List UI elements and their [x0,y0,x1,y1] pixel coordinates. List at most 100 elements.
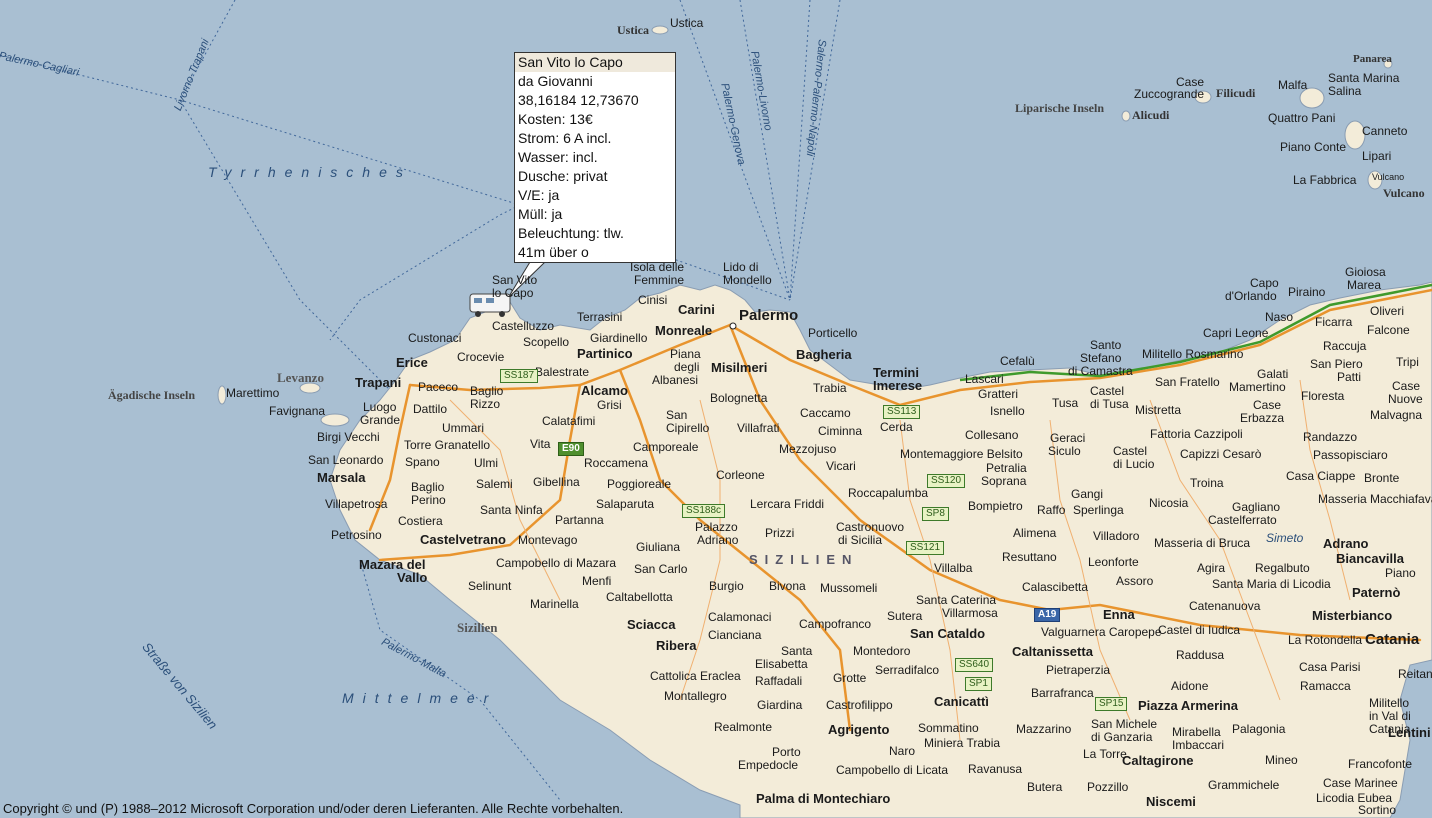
label-misterbianco: Misterbianco [1312,608,1393,623]
label-capri-leone: Capri Leone [1203,326,1269,340]
label-marinella: Marinella [530,597,579,611]
label-ummari: Ummari [442,421,484,435]
label-nuove: Nuove [1388,392,1423,406]
label-pozzillo: Pozzillo [1087,780,1129,794]
label-reitano: Reitano [1398,667,1432,681]
label-case-marinee: Case Marinee [1323,776,1398,790]
label-bagheria: Bagheria [796,347,852,362]
label-costiera: Costiera [398,514,443,528]
label-san-cataldo: San Cataldo [910,626,986,641]
campsite-popup[interactable]: San Vito lo Capo da Giovanni 38,16184 12… [514,52,676,263]
label-petrosino: Petrosino [331,528,382,542]
label-la-rotondella: La Rotondella [1288,633,1363,647]
label-calascibetta: Calascibetta [1022,580,1089,594]
label-simeto: Simeto [1266,531,1304,545]
label-fattoria: Fattoria Cazzipoli [1150,427,1243,441]
label-campobello-licata: Campobello di Licata [836,763,949,777]
label-albanesi: Albanesi [652,373,699,387]
label-vulcano: Vulcano [1383,186,1425,200]
label-paterno: Paternò [1352,585,1401,600]
label-selinunt: Selinunt [468,579,512,593]
label-caltabellotta: Caltabellotta [606,590,673,604]
label-ustica-town: Ustica [670,16,704,30]
label-cattolica: Cattolica Eraclea [650,669,741,683]
label-gibellina: Gibellina [533,475,580,489]
label-sizilien-region: SIZILIEN [749,552,859,567]
label-mineo: Mineo [1265,753,1298,767]
label-imerese: Imerese [873,378,923,393]
label-catenanuova: Catenanuova [1189,599,1261,613]
road-e90: E90 [558,442,584,456]
road-ss113: SS113 [883,405,921,419]
label-troina: Troina [1190,476,1224,490]
label-favignana: Favignana [269,404,326,418]
label-ravanusa: Ravanusa [968,762,1023,776]
label-villarmosa: Villarmosa [942,606,998,620]
label-giardinello: Giardinello [590,331,648,345]
label-miniera: Miniera Trabia [924,736,1001,750]
label-castelluzzo: Castelluzzo [492,319,555,333]
label-birgi: Birgi Vecchi [317,430,380,444]
label-grisi: Grisi [597,398,622,412]
label-capizzi: Capizzi Cesarò [1180,447,1262,461]
ustica-island [651,25,669,35]
label-ribera: Ribera [656,638,697,653]
label-lo-capo: lo Capo [492,286,534,300]
road-sp15: SP15 [1095,697,1128,711]
label-realmonte: Realmonte [714,720,773,734]
label-vicari: Vicari [826,459,856,473]
label-empedocle: Empedocle [738,758,799,772]
label-piano-conte: Piano Conte [1280,140,1347,154]
label-caltanissetta: Caltanissetta [1012,644,1093,659]
label-panarea: Panarea [1353,53,1392,65]
road-ss120: SS120 [927,474,966,488]
sea-mediterranean: Mittelmeer [342,690,498,706]
label-elisabetta: Elisabetta [755,657,808,671]
label-castelvetrano: Castelvetrano [420,532,506,547]
label-gangi: Gangi [1071,487,1104,501]
label-barrafranca: Barrafranca [1031,686,1094,700]
label-falcone: Falcone [1367,323,1410,337]
label-bolognetta: Bolognetta [710,391,768,405]
label-agira: Agira [1197,561,1226,575]
label-enna: Enna [1103,607,1135,622]
label-montedoro: Montedoro [853,644,911,658]
label-cianciana: Cianciana [708,628,762,642]
label-alcamo: Alcamo [581,383,628,398]
label-marettimo: Marettimo [226,386,280,400]
label-naro: Naro [889,744,916,758]
label-erbazza: Erbazza [1240,411,1285,425]
label-mezzojuso: Mezzojuso [779,442,837,456]
label-roccapalumba: Roccapalumba [848,486,929,500]
label-menfi: Menfi [582,574,612,588]
label-marsala: Marsala [317,470,366,485]
label-filicudi: Filicudi [1216,86,1256,100]
label-castelferrato: Castelferrato [1208,513,1277,527]
popup-row: 41m über o [518,244,589,260]
label-calatafimi: Calatafimi [542,414,596,428]
label-spano: Spano [405,455,440,469]
label-montevago: Montevago [518,533,578,547]
label-porticello: Porticello [808,326,858,340]
copyright-notice: Copyright © und (P) 1988–2012 Microsoft … [3,801,624,816]
label-alicudi: Alicudi [1132,108,1170,122]
label-quattro-pani: Quattro Pani [1268,111,1336,125]
label-pietraperzia: Pietraperzia [1046,663,1111,677]
label-liparische: Liparische Inseln [1015,101,1105,115]
label-trapani: Trapani [355,375,402,390]
label-burgio: Burgio [709,579,744,593]
label-vulcano-small: Vulcano [1372,172,1405,182]
label-campofranco: Campofranco [799,617,872,631]
label-bronte: Bronte [1364,471,1400,485]
label-adrano: Adrano [1323,536,1369,551]
label-vallo: Vallo [397,570,428,585]
label-castrofilippo: Castrofilippo [826,698,893,712]
label-sciacca: Sciacca [627,617,676,632]
label-salemi: Salemi [476,477,513,491]
label-serradifalco: Serradifalco [875,663,940,677]
label-partinico: Partinico [577,346,633,361]
label-regalbuto: Regalbuto [1255,561,1310,575]
label-caltagirone: Caltagirone [1122,753,1194,768]
label-imbaccari: Imbaccari [1172,738,1225,752]
label-casa-ciappe: Casa Ciappe [1286,469,1356,483]
